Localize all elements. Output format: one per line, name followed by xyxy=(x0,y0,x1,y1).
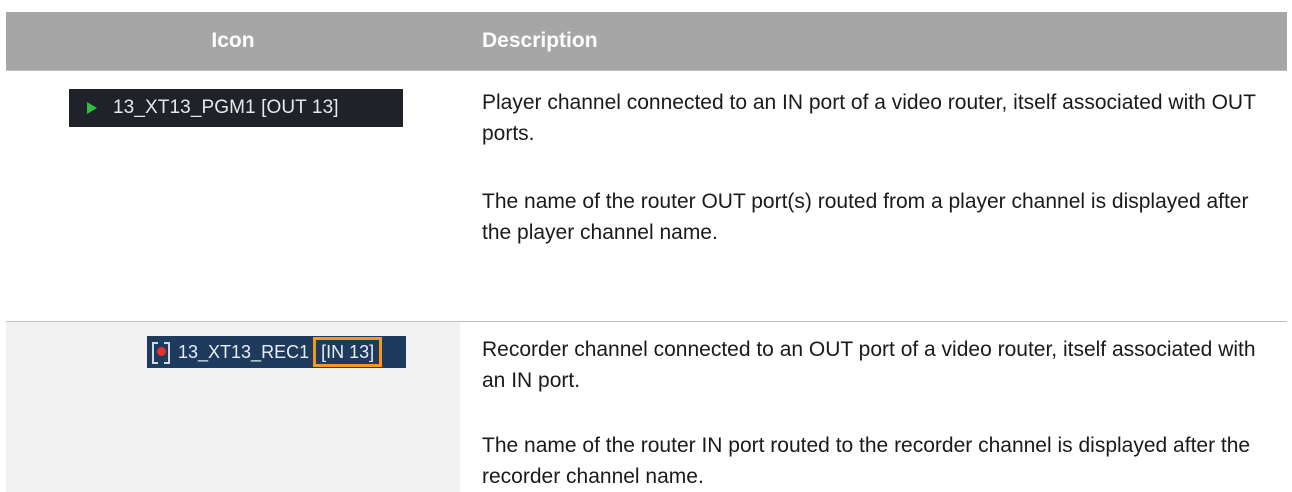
description-paragraph: The name of the router IN port routed to… xyxy=(482,434,1251,488)
header-icon: Icon xyxy=(211,29,255,52)
recorder-port-label: [IN 13] xyxy=(313,337,383,367)
player-channel-sample: 13_XT13_PGM1 [OUT 13] xyxy=(69,89,403,127)
header-description: Description xyxy=(482,29,598,52)
description-paragraph: Recorder channel connected to an OUT por… xyxy=(482,338,1256,392)
icon-cell: 13_XT13_PGM1 [OUT 13] xyxy=(6,71,460,321)
record-icon xyxy=(152,341,170,364)
player-channel-name: 13_XT13_PGM1 [OUT 13] xyxy=(113,97,339,118)
description-paragraph: The name of the router OUT port(s) route… xyxy=(482,190,1249,244)
icon-cell: 13_XT13_REC1 [IN 13] xyxy=(6,322,460,492)
play-icon xyxy=(87,102,97,114)
description-paragraph: Player channel connected to an IN port o… xyxy=(482,91,1256,145)
icon-description-table: Icon Description 13_XT13_PGM1 [OUT 13] P… xyxy=(6,12,1287,492)
table-row: 13_XT13_REC1 [IN 13] Recorder channel co… xyxy=(6,321,1287,492)
recorder-channel-name: 13_XT13_REC1 xyxy=(178,341,310,362)
table-row: 13_XT13_PGM1 [OUT 13] Player channel con… xyxy=(6,70,1287,321)
recorder-channel-sample: 13_XT13_REC1 [IN 13] xyxy=(147,336,406,368)
table-header: Icon Description xyxy=(6,12,1287,70)
